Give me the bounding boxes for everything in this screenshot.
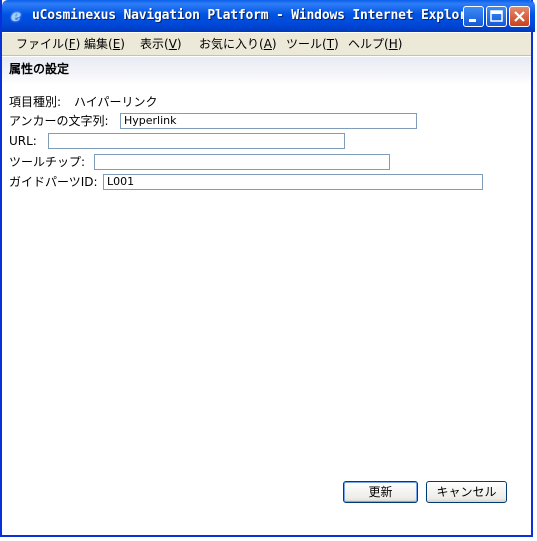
maximize-icon: [490, 10, 503, 22]
menu-bar: ファイル(F) 編集(E) 表示(V) お気に入り(A) ツール(T) ヘルプ(…: [2, 33, 531, 56]
url-label: URL:: [9, 134, 37, 148]
section-header: 属性の設定: [2, 57, 531, 85]
menu-view[interactable]: 表示(V): [140, 37, 182, 51]
browser-window: e uCosminexus Navigation Platform - Wind…: [0, 0, 535, 537]
guide-parts-id-input[interactable]: L001: [103, 174, 483, 190]
section-title: 属性の設定: [9, 62, 70, 76]
title-bar[interactable]: e uCosminexus Navigation Platform - Wind…: [2, 0, 535, 32]
minimize-button[interactable]: [463, 6, 484, 27]
guide-parts-id-label: ガイドパーツID:: [9, 175, 98, 189]
menu-help[interactable]: ヘルプ(H): [348, 37, 402, 51]
anchor-text-input[interactable]: Hyperlink: [120, 113, 417, 129]
ie-icon: e: [11, 6, 22, 25]
cancel-button[interactable]: キャンセル: [426, 481, 507, 503]
tooltip-input[interactable]: [94, 154, 390, 170]
url-input[interactable]: [48, 133, 345, 149]
close-button[interactable]: [509, 6, 530, 27]
window-title: uCosminexus Navigation Platform - Window…: [32, 8, 482, 23]
update-button[interactable]: 更新: [343, 481, 418, 503]
maximize-button[interactable]: [486, 6, 507, 27]
close-icon: [514, 11, 525, 22]
menu-favorites[interactable]: お気に入り(A): [199, 37, 277, 51]
menu-file[interactable]: ファイル(F): [16, 37, 80, 51]
anchor-text-label: アンカーの文字列:: [9, 114, 109, 128]
item-type-value: ハイパーリンク: [74, 95, 158, 109]
tooltip-label: ツールチップ:: [9, 155, 86, 169]
menu-tools[interactable]: ツール(T): [286, 37, 339, 51]
menu-edit[interactable]: 編集(E): [84, 37, 125, 51]
item-type-label: 項目種別:: [9, 95, 62, 109]
minimize-icon: [469, 19, 476, 22]
